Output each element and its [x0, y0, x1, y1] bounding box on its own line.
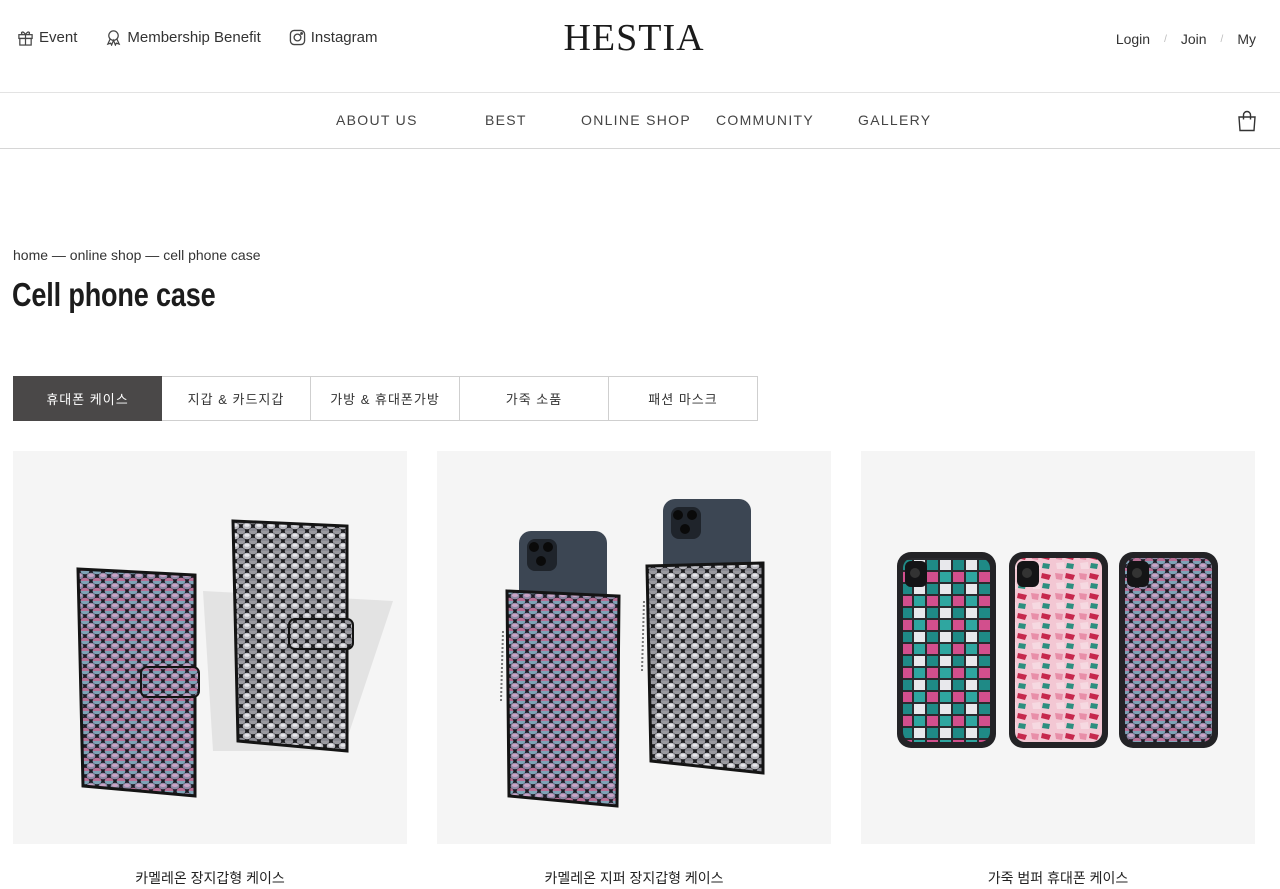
product-name[interactable]: 가죽 범퍼 휴대폰 케이스: [861, 868, 1255, 888]
product-image[interactable]: [13, 451, 407, 844]
breadcrumb[interactable]: home — online shop — cell phone case: [13, 247, 260, 263]
nav-community[interactable]: COMMUNITY: [716, 112, 814, 128]
nav-online-shop[interactable]: ONLINE SHOP: [581, 112, 691, 128]
tab-fashion-mask[interactable]: 패션 마스크: [609, 376, 758, 421]
category-tabs: 휴대폰 케이스 지갑 & 카드지갑 가방 & 휴대폰가방 가죽 소품 패션 마스…: [13, 376, 758, 421]
separator: /: [1220, 33, 1224, 45]
nav-gallery[interactable]: GALLERY: [858, 112, 931, 128]
account-links: Login / Join / My: [1116, 31, 1256, 47]
product-name[interactable]: 카멜레온 지퍼 장지갑형 케이스: [437, 868, 831, 888]
tab-wallet[interactable]: 지갑 & 카드지갑: [162, 376, 311, 421]
separator: /: [1164, 33, 1167, 45]
product-image[interactable]: [861, 451, 1255, 844]
my-page-link[interactable]: My: [1237, 31, 1256, 47]
tab-bag[interactable]: 가방 & 휴대폰가방: [311, 376, 460, 421]
shopping-bag-icon[interactable]: [1237, 110, 1257, 132]
tab-leather-goods[interactable]: 가죽 소품: [460, 376, 609, 421]
nav-about-us[interactable]: ABOUT US: [336, 112, 418, 128]
tab-phone-case[interactable]: 휴대폰 케이스: [13, 376, 162, 421]
product-image[interactable]: [437, 451, 831, 844]
product-name[interactable]: 카멜레온 장지갑형 케이스: [13, 868, 407, 888]
top-bar: Event Membership Benefit Instagram HESTI…: [0, 0, 1280, 93]
main-nav: ABOUT US BEST ONLINE SHOP COMMUNITY GALL…: [0, 93, 1280, 149]
product-card[interactable]: 가죽 범퍼 휴대폰 케이스: [861, 451, 1255, 886]
nav-best[interactable]: BEST: [485, 112, 527, 128]
product-card[interactable]: 카멜레온 지퍼 장지갑형 케이스: [437, 451, 831, 886]
page-title: Cell phone case: [12, 276, 216, 313]
join-link[interactable]: Join: [1181, 31, 1207, 47]
login-link[interactable]: Login: [1116, 31, 1150, 47]
site-logo[interactable]: HESTIA: [0, 16, 1268, 60]
product-card[interactable]: 카멜레온 장지갑형 케이스: [13, 451, 407, 886]
